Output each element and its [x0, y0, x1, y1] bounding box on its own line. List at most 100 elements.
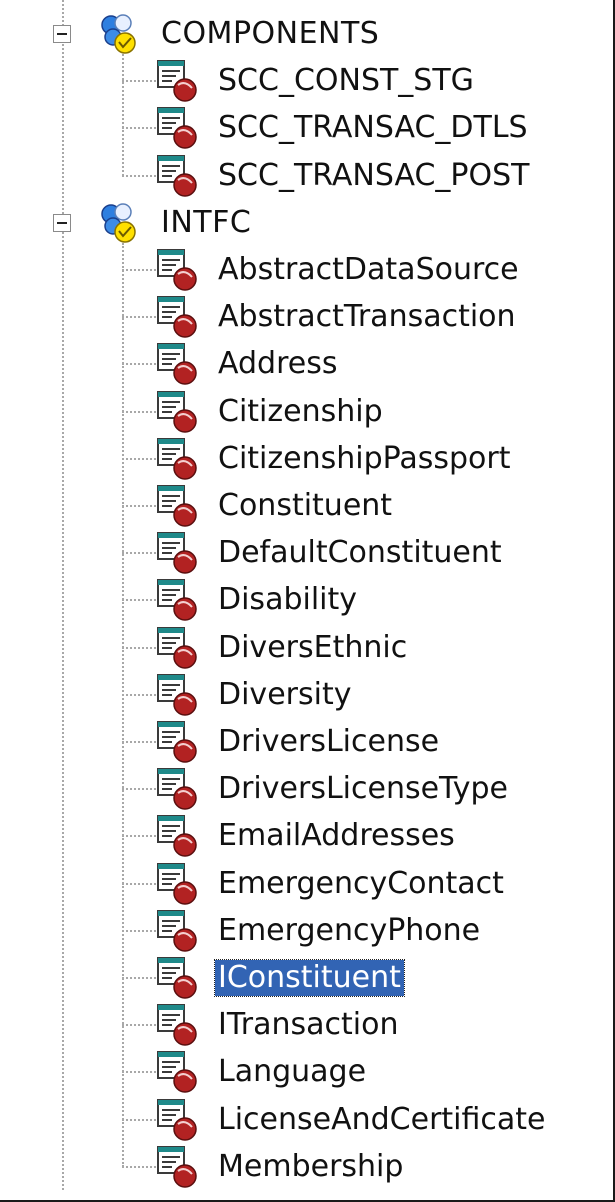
tree-connector — [122, 363, 156, 366]
component-interface-icon — [156, 908, 202, 958]
tree-item[interactable]: Disability — [0, 577, 610, 623]
collapse-intfc-button[interactable] — [53, 213, 71, 232]
tree-item-label: Citizenship — [218, 393, 383, 429]
tree-item-label: DriversLicense — [218, 724, 440, 759]
tree-item[interactable]: AbstractDataSource — [0, 247, 610, 293]
tree-item-label: Address — [218, 346, 338, 382]
tree-item-label: SCC_TRANSAC_DTLS — [218, 110, 528, 146]
tree-connector — [122, 977, 156, 979]
component-interface-icon — [156, 247, 202, 297]
tree-item[interactable]: SCC_CONST_STG — [0, 58, 610, 104]
component-interface-icon — [156, 153, 202, 203]
tree-item[interactable]: DefaultConstituent — [0, 530, 610, 576]
tree-item-label: SCC_CONST_STG — [218, 63, 474, 99]
tree-item-label: LicenseAndCertificate — [218, 1101, 546, 1137]
tree-item-label: Constituent — [218, 488, 393, 523]
tree-item-label: DriversLicenseType — [218, 771, 508, 807]
component-interface-icon — [156, 1049, 202, 1099]
tree-item-label: EmailAddresses — [218, 818, 455, 854]
tree-node-label: COMPONENTS — [161, 16, 380, 51]
component-interface-icon — [156, 672, 202, 722]
component-interface-icon — [156, 58, 202, 108]
tree-item[interactable]: EmergencyContact — [0, 861, 610, 907]
component-interface-icon — [156, 530, 202, 580]
tree-item[interactable]: AbstractTransaction — [0, 294, 610, 340]
tree-view[interactable]: COMPONENTS SCC_CONST_STG SCC_TRANSAC_DTLS S… — [0, 0, 615, 1202]
tree-connector — [122, 269, 156, 271]
tree-connector — [122, 599, 156, 602]
tree-item[interactable]: IConstituent — [0, 955, 610, 1001]
component-interface-icon — [156, 341, 202, 391]
tree-connector — [122, 410, 156, 413]
tree-item-label: IConstituent — [214, 959, 405, 997]
tree-connector — [122, 882, 156, 885]
component-interface-icon — [156, 294, 202, 344]
collapse-components-button[interactable] — [53, 25, 71, 43]
tree-connector — [122, 457, 156, 460]
tree-item[interactable]: DriversLicenseType — [0, 766, 610, 812]
component-interface-icon — [156, 389, 202, 439]
component-interface-icon — [156, 766, 202, 816]
tree-connector — [122, 1071, 156, 1074]
tree-connector — [122, 788, 156, 791]
tree-item[interactable]: Constituent — [0, 483, 610, 529]
tree-item[interactable]: SCC_TRANSAC_DTLS — [0, 105, 610, 151]
tree-connector — [122, 127, 156, 130]
tree-connector — [122, 929, 156, 932]
tree-item-label: AbstractTransaction — [218, 299, 516, 335]
tree-item[interactable]: DriversLicense — [0, 719, 610, 765]
tree-connector — [122, 646, 156, 649]
tree-item[interactable]: EmailAddresses — [0, 813, 610, 859]
component-group-icon — [97, 200, 141, 248]
tree-connector — [122, 174, 156, 177]
tree-connector — [122, 1024, 156, 1027]
tree-connector — [122, 316, 156, 319]
tree-item[interactable]: EmergencyPhone — [0, 908, 610, 954]
tree-item[interactable]: DiversEthnic — [0, 625, 610, 671]
component-interface-icon — [156, 483, 202, 533]
tree-item[interactable]: Citizenship — [0, 389, 610, 435]
component-interface-icon — [156, 813, 202, 863]
tree-connector — [122, 693, 156, 696]
tree-item-label: Language — [218, 1054, 367, 1090]
component-interface-icon — [156, 105, 202, 155]
tree-connector — [122, 1118, 156, 1121]
tree-item-label: AbstractDataSource — [218, 252, 519, 287]
component-interface-icon — [156, 1097, 202, 1147]
tree-item-label: Disability — [218, 582, 358, 618]
component-interface-icon — [156, 1144, 202, 1194]
tree-node-label: INTFC — [161, 204, 252, 240]
component-interface-icon — [156, 625, 202, 675]
tree-item[interactable]: Diversity — [0, 672, 610, 718]
tree-connector — [122, 505, 156, 507]
component-interface-icon — [156, 719, 202, 769]
component-interface-icon — [156, 436, 202, 486]
component-interface-icon — [156, 577, 202, 627]
tree-item[interactable]: Language — [0, 1049, 610, 1095]
tree-item-label: EmergencyPhone — [218, 912, 481, 948]
tree-item-label: CitizenshipPassport — [218, 440, 511, 476]
tree-item[interactable]: LicenseAndCertificate — [0, 1097, 610, 1143]
tree-item[interactable]: CitizenshipPassport — [0, 436, 610, 482]
tree-item[interactable]: ITransaction — [0, 1002, 610, 1048]
component-interface-icon — [156, 1002, 202, 1052]
tree-item[interactable]: Address — [0, 341, 610, 387]
tree-node-intfc[interactable]: INTFC — [0, 200, 610, 246]
tree-item-label: EmergencyContact — [218, 865, 504, 901]
tree-item-label: DiversEthnic — [218, 629, 408, 665]
component-interface-icon — [156, 861, 202, 911]
tree-item-label: Membership — [218, 1148, 404, 1184]
tree-item-label: ITransaction — [218, 1007, 399, 1043]
tree-connector — [122, 835, 156, 838]
tree-node-components[interactable]: COMPONENTS — [0, 11, 610, 57]
tree-item-label: Diversity — [218, 676, 352, 712]
tree-item[interactable]: SCC_TRANSAC_POST — [0, 153, 610, 199]
tree-connector — [122, 80, 156, 83]
tree-connector — [122, 741, 156, 743]
tree-connector — [122, 1165, 156, 1168]
tree-item-label: DefaultConstituent — [218, 535, 502, 571]
tree-item[interactable]: Membership — [0, 1144, 610, 1190]
tree-connector — [122, 552, 156, 555]
tree-item-label: SCC_TRANSAC_POST — [218, 157, 530, 193]
component-group-icon — [97, 11, 141, 59]
